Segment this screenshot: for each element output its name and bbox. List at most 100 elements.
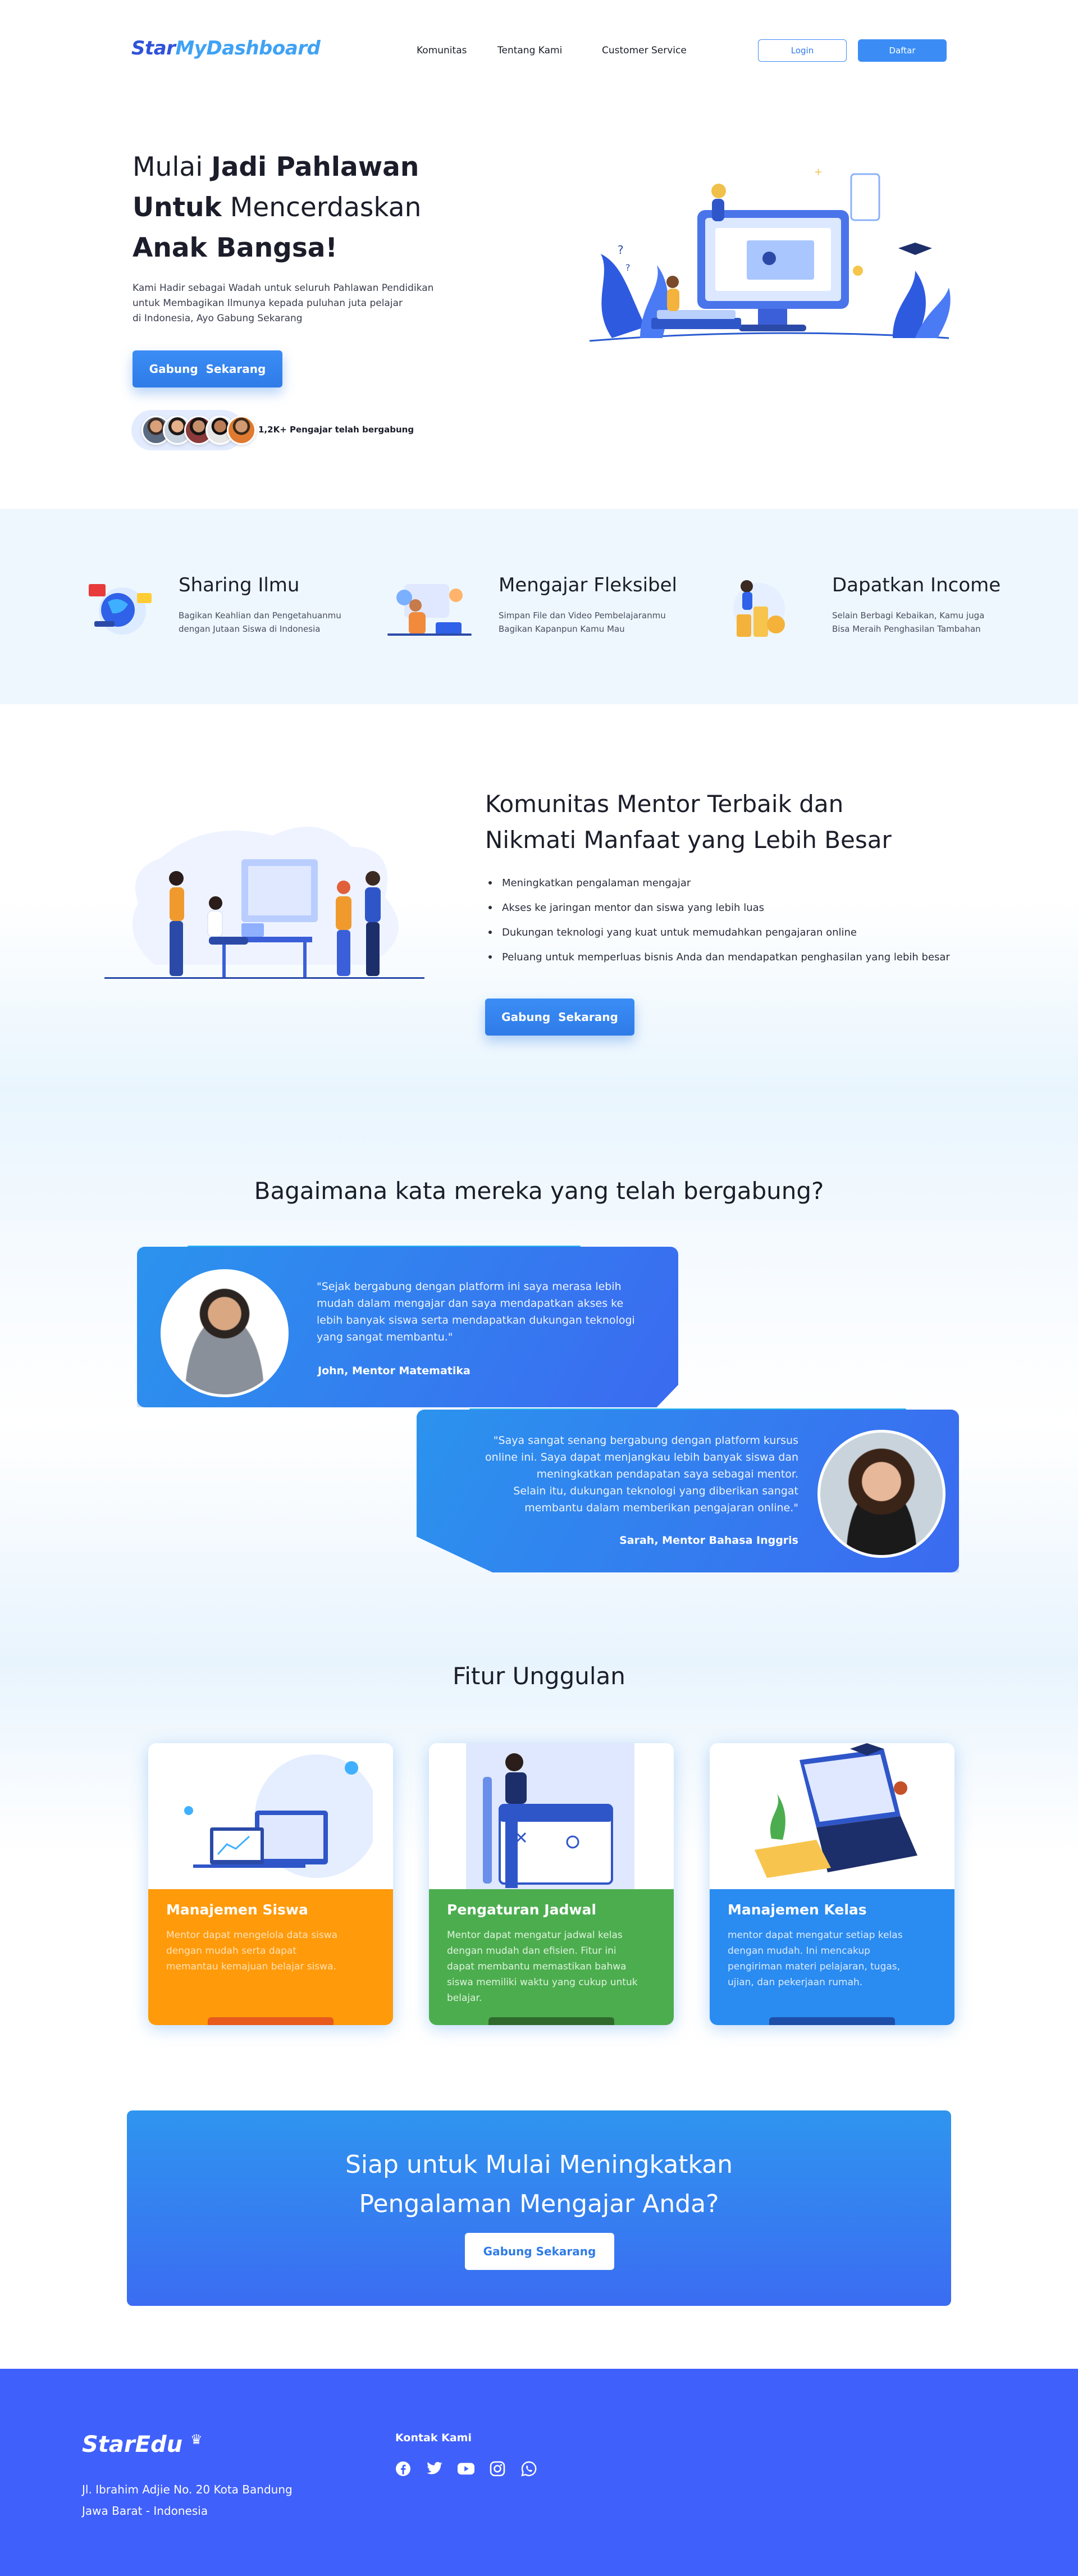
nav-link-komunitas[interactable]: Komunitas [417, 45, 467, 56]
manajemen-siswa-illustration [184, 1754, 373, 1878]
community-title: Komunitas Mentor Terbaik dan Nikmati Man… [485, 786, 990, 858]
bulb-icon [853, 266, 863, 276]
community-join-button[interactable]: Gabung Sekarang [485, 999, 634, 1036]
login-button[interactable]: Login [758, 39, 847, 62]
feature-card-pengaturan-jadwal[interactable]: Pengaturan Jadwal Mentor dapat mengatur … [429, 1743, 674, 2025]
card-desc-line: Mentor dapat mengelola data siswa [166, 1930, 338, 1941]
twitter-icon[interactable] [426, 2460, 444, 2478]
testimonial-photo-john [161, 1269, 289, 1397]
login-label: Login [791, 45, 814, 56]
social-links [394, 2460, 538, 2478]
testimonial-name-sarah: Sarah, Mentor Bahasa Inggris [619, 1534, 798, 1547]
footer-logo-text: StarEdu [82, 2432, 183, 2458]
feature-desc-dapatkan-income: Selain Berbagi Kebaikan, Kamu juga Bisa … [832, 609, 984, 636]
nav-link-tentang-kami[interactable]: Tentang Kami [497, 45, 562, 56]
mengajar-fleksibel-illustration [387, 584, 472, 636]
svg-text:?: ? [625, 262, 631, 273]
card-desc-line: Mentor dapat mengatur jadwal kelas [447, 1930, 623, 1941]
testimonials-heading: Bagaimana kata mereka yang telah bergabu… [254, 1177, 824, 1205]
footer-logo[interactable]: StarEdu ♛ [82, 2432, 203, 2458]
quote-line: membantu dalam memberikan pengajaran onl… [524, 1502, 798, 1514]
feature-card-manajemen-kelas[interactable]: Manajemen Kelas mentor dapat mengatur se… [710, 1743, 954, 2025]
testimonial-card-sarah: "Saya sangat senang bergabung dengan pla… [417, 1410, 959, 1572]
testimonial-quote-john: "Sejak bergabung dengan platform ini say… [317, 1278, 665, 1346]
quote-line: "Sejak bergabung dengan platform ini say… [317, 1280, 622, 1293]
card-desc-line: belajar. [447, 1993, 482, 2004]
pengaturan-jadwal-illustration [466, 1743, 634, 1889]
card-bottom-bar [208, 2017, 334, 2025]
logo-part-2: MyDashboard [175, 37, 321, 60]
cta-banner: Siap untuk Mulai Meningkatkan Pengalaman… [127, 2110, 951, 2306]
cta-title-line: Siap untuk Mulai Meningkatkan [345, 2150, 733, 2179]
card-desc-line: dengan mudah serta dapat [166, 1945, 297, 1957]
plant-left [601, 254, 646, 338]
feature-title-sharing-ilmu: Sharing Ilmu [179, 574, 300, 596]
quote-line: "Saya sangat senang bergabung dengan pla… [493, 1434, 798, 1447]
feature-title-dapatkan-income: Dapatkan Income [832, 574, 1001, 596]
cta-join-label: Gabung Sekarang [483, 2245, 596, 2258]
fitur-heading: Fitur Unggulan [453, 1662, 625, 1690]
card-description: Mentor dapat mengelola data siswa dengan… [166, 1927, 337, 1975]
card-title: Pengaturan Jadwal [447, 1902, 596, 1918]
avatar [227, 416, 256, 445]
hero-desc-line: untuk Membagikan Ilmunya kepada puluhan … [133, 298, 403, 309]
card-desc-line: pengiriman materi pelajaran, tugas, [728, 1961, 901, 1972]
card-title: Manajemen Kelas [728, 1902, 867, 1918]
quote-line: lebih banyak siswa serta mendapatkan duk… [317, 1314, 635, 1326]
avatar-stack [141, 416, 256, 445]
graduation-cap [898, 243, 932, 255]
feature-desc-line: Bagikan Keahlian dan Pengetahuanmu [179, 610, 341, 621]
testimonial-photo-sarah [817, 1430, 945, 1558]
feature-desc-line: Bisa Meraih Penghasilan Tambahan [832, 624, 981, 634]
card-description: Mentor dapat mengatur jadwal kelas denga… [447, 1927, 638, 2006]
whatsapp-icon[interactable] [520, 2460, 538, 2478]
hero-join-label: Gabung Sekarang [149, 362, 266, 376]
signup-button[interactable]: Daftar [858, 39, 947, 62]
card-body: Manajemen Kelas mentor dapat mengatur se… [710, 1889, 954, 2025]
card-desc-line: dengan mudah. Ini mencakup [728, 1945, 870, 1957]
quote-line: online ini. Saya dapat menjangkau lebih … [485, 1451, 798, 1463]
testimonial-name-john: John, Mentor Matematika [318, 1365, 471, 1377]
address-line: Jawa Barat - Indonesia [82, 2504, 208, 2518]
card-body: Manajemen Siswa Mentor dapat mengelola d… [148, 1889, 393, 2025]
question-mark: ? [618, 243, 624, 257]
community-illustration [104, 827, 424, 979]
instagram-icon[interactable] [488, 2460, 506, 2478]
feature-card-manajemen-siswa[interactable]: Manajemen Siswa Mentor dapat mengelola d… [148, 1743, 393, 2025]
testimonial-card-john: "Sejak bergabung dengan platform ini say… [137, 1247, 678, 1407]
signup-label: Daftar [889, 45, 916, 56]
card-desc-line: dapat membantu memastikan bahwa [447, 1961, 627, 1972]
cta-title: Siap untuk Mulai Meningkatkan Pengalaman… [127, 2145, 951, 2224]
hero-illustration: ? ? + + [589, 158, 951, 342]
joined-count-text: 1,2K+ Pengajar telah bergabung [258, 425, 414, 435]
quote-line: mudah dalam mengajar dan saya mendapatka… [317, 1297, 624, 1310]
hero-title: Mulai Jadi Pahlawan Untuk Mencerdaskan A… [133, 147, 481, 268]
card-desc-line: ujian, dan pekerjaan rumah. [728, 1977, 863, 1988]
benefit-item: Peluang untuk memperluas bisnis Anda dan… [488, 945, 994, 969]
card-bottom-bar [488, 2017, 614, 2025]
sharing-ilmu-illustration [89, 584, 152, 635]
card-desc-line: mentor dapat mengatur setiap kelas [728, 1930, 903, 1941]
feature-desc-line: Bagikan Kapanpun Kamu Mau [499, 624, 625, 634]
hero-join-button[interactable]: Gabung Sekarang [133, 350, 282, 387]
facebook-icon[interactable] [394, 2460, 412, 2478]
community-title-line: Nikmati Manfaat yang Lebih Besar [485, 826, 892, 854]
youtube-icon[interactable] [457, 2460, 475, 2478]
feature-desc-mengajar-fleksibel: Simpan File dan Video Pembelajaranmu Bag… [499, 609, 666, 636]
quote-line: yang sangat membantu." [317, 1331, 453, 1343]
cta-join-button[interactable]: Gabung Sekarang [465, 2233, 614, 2270]
testimonial-quote-sarah: "Saya sangat senang bergabung dengan pla… [450, 1432, 798, 1516]
cta-title-line: Pengalaman Mengajar Anda? [359, 2190, 719, 2218]
crown-icon: ♛ [190, 2432, 203, 2447]
card-body: Pengaturan Jadwal Mentor dapat mengatur … [429, 1889, 674, 2025]
hero-desc-line: Kami Hadir sebagai Wadah untuk seluruh P… [133, 282, 434, 294]
contact-title: Kontak Kami [395, 2432, 472, 2444]
footer: StarEdu ♛ Jl. Ibrahim Adjie No. 20 Kota … [0, 2369, 1078, 2576]
hero-title-text: Mulai [133, 152, 212, 183]
hero-desc-line: di Indonesia, Ayo Gabung Sekarang [133, 313, 303, 324]
benefit-item: Akses ke jaringan mentor dan siswa yang … [488, 895, 994, 920]
hero-title-bold-3: Anak Bangsa! [133, 232, 337, 263]
brand-logo[interactable]: StarMyDashboard [131, 37, 321, 60]
card-bottom-bar [769, 2017, 895, 2025]
nav-link-customer-service[interactable]: Customer Service [602, 45, 687, 56]
